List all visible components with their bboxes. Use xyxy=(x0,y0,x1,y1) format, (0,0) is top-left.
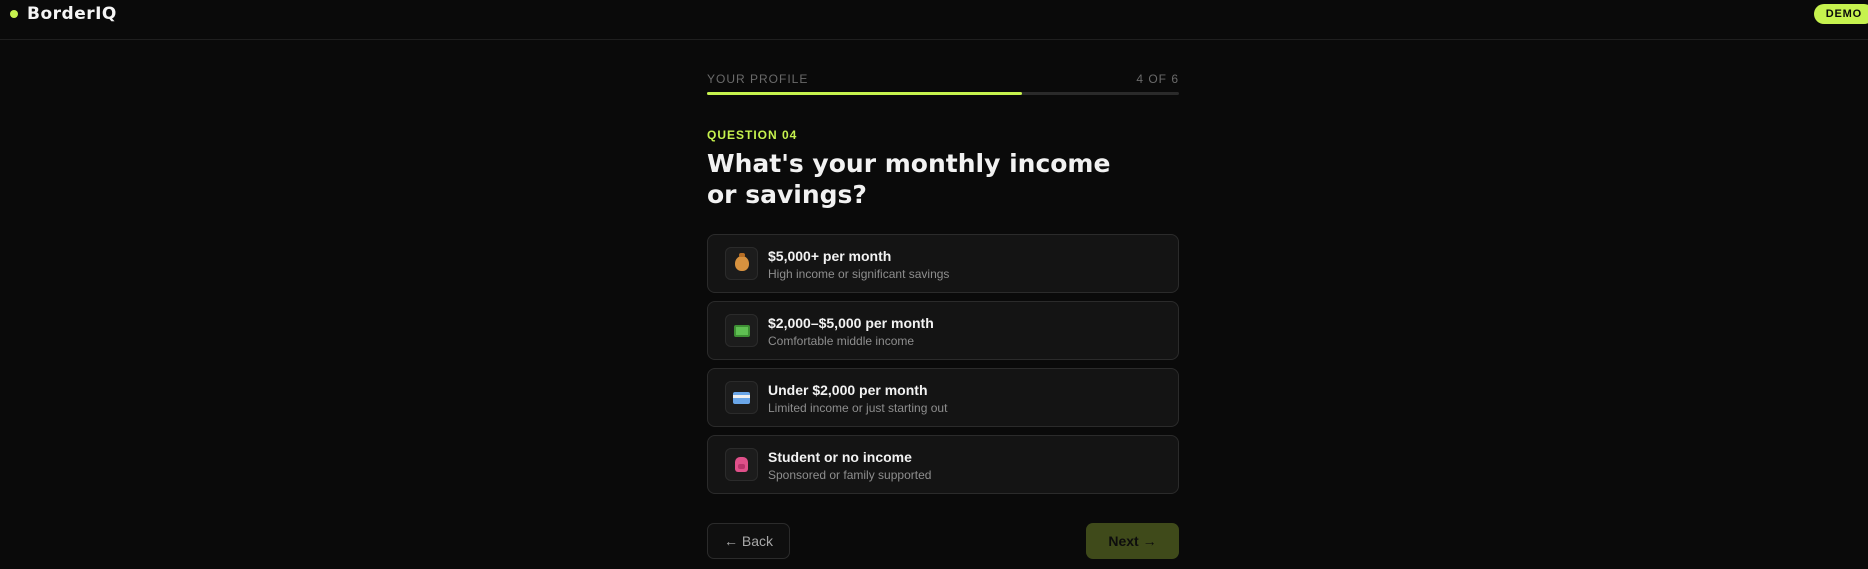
question-title: What's your monthly income or savings? xyxy=(707,149,1111,209)
back-button[interactable]: ← Back xyxy=(707,523,790,559)
answer-options: $5,000+ per month High income or signifi… xyxy=(707,234,1179,502)
brand-logo[interactable]: BorderIQ xyxy=(10,4,117,24)
top-bar: BorderIQ DEMO xyxy=(0,0,1868,40)
option-title: Student or no income xyxy=(768,449,912,465)
progress-bar xyxy=(707,92,1179,95)
option-5000-plus[interactable]: $5,000+ per month High income or signifi… xyxy=(707,234,1179,293)
question-number: QUESTION 04 xyxy=(707,128,798,142)
progress-section-label: YOUR PROFILE xyxy=(707,72,809,86)
option-subtitle: Limited income or just starting out xyxy=(768,401,948,415)
option-title: $5,000+ per month xyxy=(768,248,892,264)
option-title: Under $2,000 per month xyxy=(768,382,928,398)
backpack-icon xyxy=(725,448,758,481)
option-subtitle: Sponsored or family supported xyxy=(768,468,932,482)
option-2000-5000[interactable]: $2,000–$5,000 per month Comfortable midd… xyxy=(707,301,1179,360)
progress-bar-fill xyxy=(707,92,1022,95)
next-button[interactable]: Next → xyxy=(1086,523,1179,559)
brand-name: BorderIQ xyxy=(27,4,117,24)
option-title: $2,000–$5,000 per month xyxy=(768,315,934,331)
demo-badge: DEMO xyxy=(1813,4,1868,24)
brand-dot-icon xyxy=(10,10,18,18)
progress-header: YOUR PROFILE 4 OF 6 xyxy=(707,72,1179,86)
option-subtitle: High income or significant savings xyxy=(768,267,950,281)
option-subtitle: Comfortable middle income xyxy=(768,334,915,348)
money-bag-icon xyxy=(725,247,758,280)
option-under-2000[interactable]: Under $2,000 per month Limited income or… xyxy=(707,368,1179,427)
banknote-icon xyxy=(725,314,758,347)
option-student-no-income[interactable]: Student or no income Sponsored or family… xyxy=(707,435,1179,494)
progress-step-label: 4 OF 6 xyxy=(1136,72,1179,86)
credit-card-icon xyxy=(725,381,758,414)
